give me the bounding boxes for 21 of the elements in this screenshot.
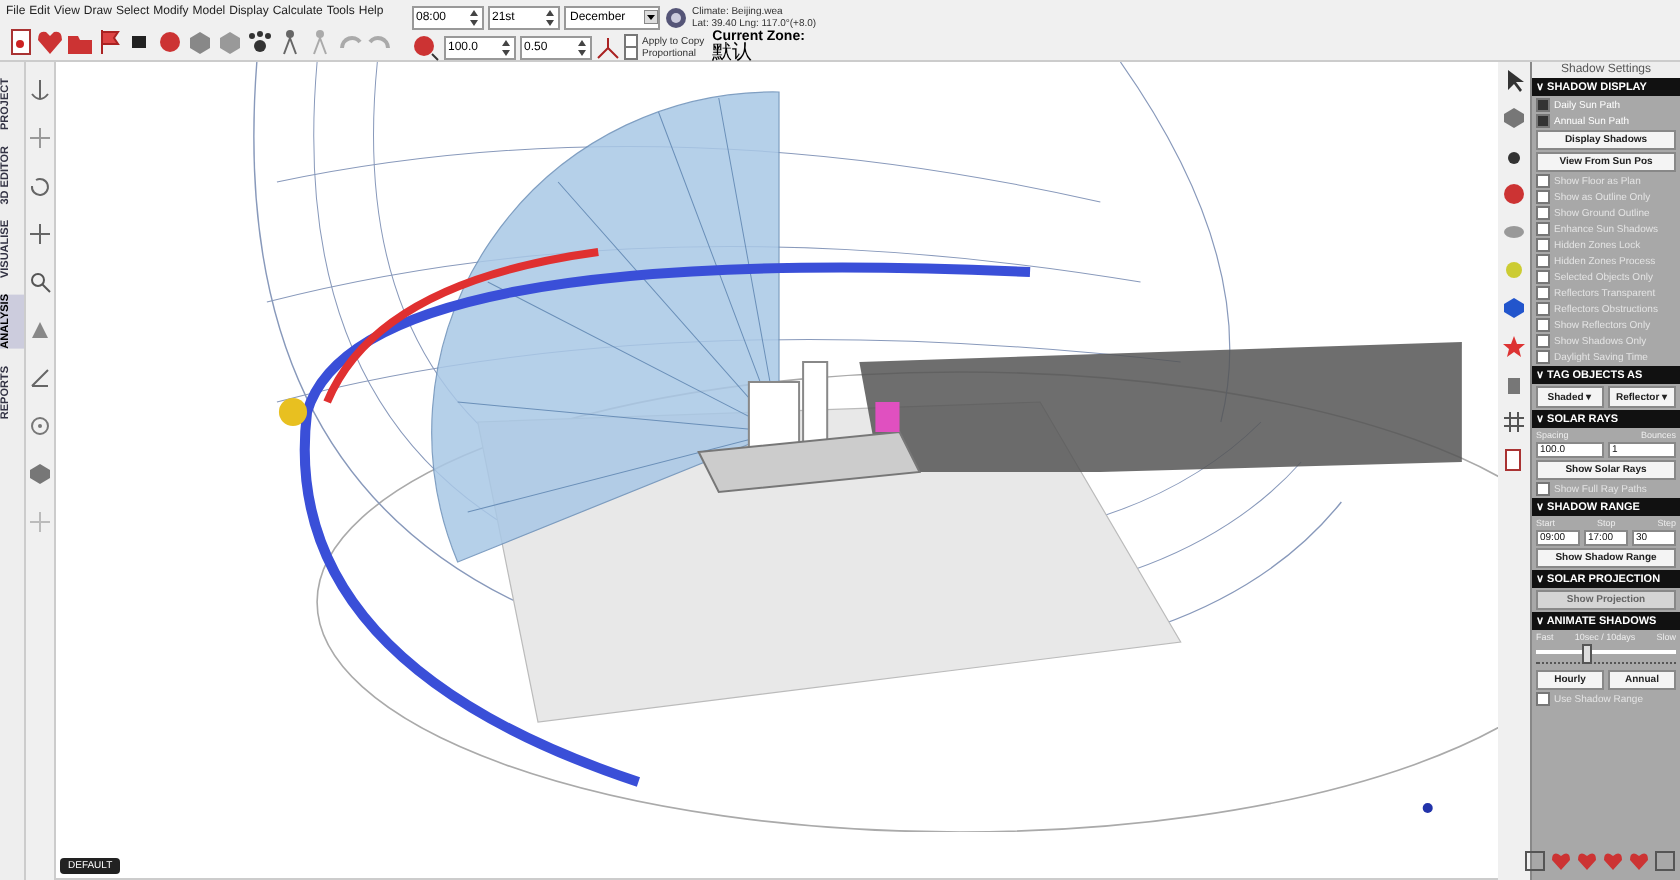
heart-icon[interactable] (36, 28, 64, 56)
move-icon[interactable] (28, 222, 52, 246)
spinner-arrows-icon[interactable] (500, 37, 512, 57)
triangle-icon[interactable] (28, 318, 52, 342)
spinner-arrows-icon[interactable] (468, 7, 480, 27)
target-icon[interactable] (28, 414, 52, 438)
flag-icon[interactable] (96, 28, 124, 56)
axes-icon[interactable] (28, 366, 52, 390)
axes-icon[interactable] (596, 35, 620, 59)
search-icon[interactable] (28, 270, 52, 294)
caret-icon[interactable] (644, 10, 658, 24)
spinner-arrows-icon[interactable] (576, 37, 588, 57)
page-icon[interactable] (1502, 448, 1526, 472)
zone-name: 默认 (712, 44, 755, 64)
cursor-icon[interactable] (1502, 68, 1526, 92)
anchor-icon[interactable] (28, 78, 52, 102)
star-icon[interactable] (1502, 334, 1526, 358)
spinner-arrows-icon[interactable] (544, 7, 556, 27)
slider-thumb[interactable] (1581, 644, 1591, 664)
page-icon[interactable] (6, 28, 34, 56)
rotate-icon[interactable] (28, 174, 52, 198)
